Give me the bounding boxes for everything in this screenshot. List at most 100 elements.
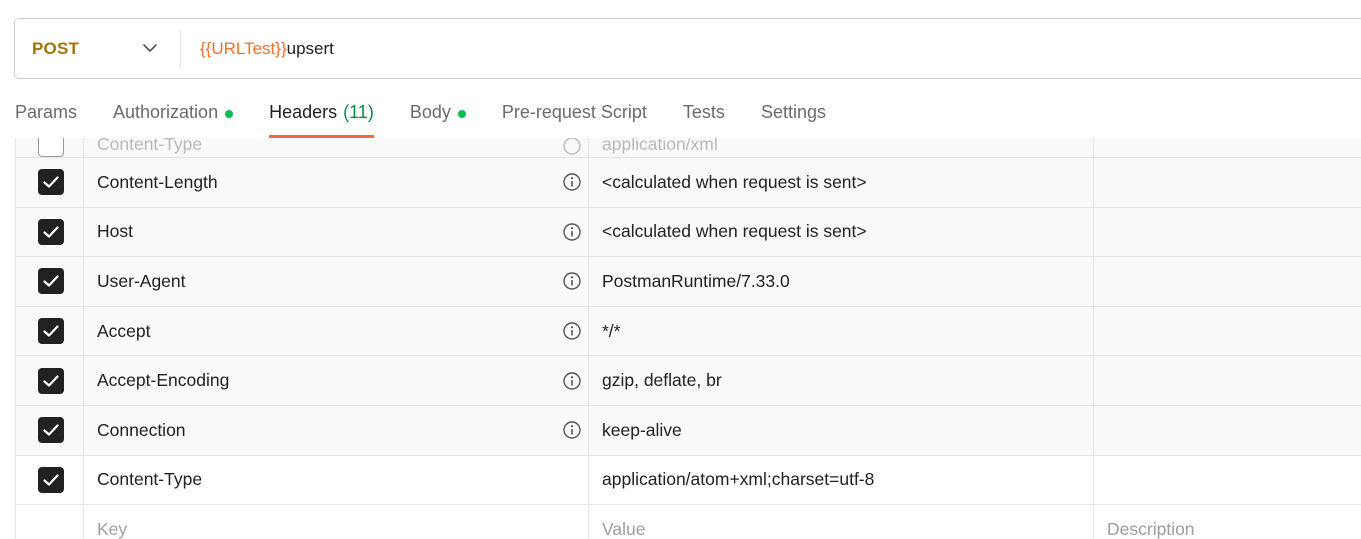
- table-row: Content-Length <calculated when request …: [15, 158, 1361, 208]
- header-key: Host: [97, 221, 133, 242]
- table-row: Accept */*: [15, 306, 1361, 357]
- check-cell: [15, 455, 84, 505]
- checkmark-icon: [42, 424, 59, 436]
- value-cell[interactable]: PostmanRuntime/7.33.0: [589, 257, 1094, 306]
- method-selector[interactable]: POST: [15, 29, 181, 68]
- description-cell[interactable]: [1094, 456, 1361, 505]
- key-input[interactable]: Key: [84, 505, 589, 539]
- tab-headers[interactable]: Headers (11): [269, 96, 374, 138]
- tab-settings[interactable]: Settings: [761, 96, 826, 138]
- tab-label: Body: [409, 102, 451, 122]
- chevron-down-icon[interactable]: [142, 41, 158, 57]
- check-cell: [15, 138, 84, 157]
- checkmark-icon: [42, 176, 59, 188]
- row-checkbox[interactable]: [37, 466, 64, 493]
- header-key: Content-Type: [97, 469, 203, 490]
- info-icon[interactable]: [562, 420, 582, 440]
- key-cell[interactable]: Host: [84, 207, 589, 257]
- value-cell[interactable]: */*: [589, 306, 1094, 356]
- key-cell[interactable]: Accept: [84, 306, 589, 356]
- key-placeholder: Key: [97, 519, 128, 539]
- value-cell[interactable]: <calculated when request is sent>: [589, 207, 1094, 257]
- description-cell[interactable]: [1094, 307, 1361, 356]
- value-cell[interactable]: gzip, deflate, br: [589, 356, 1094, 405]
- request-tabs: Params Authorization Headers (11) Body P…: [15, 96, 826, 138]
- header-value: application/xml: [602, 138, 718, 154]
- header-key: Accept: [97, 320, 151, 341]
- value-input[interactable]: Value: [589, 505, 1094, 539]
- url-input[interactable]: {{URLTest}}upsert: [200, 39, 334, 59]
- header-value: <calculated when request is sent>: [602, 171, 867, 192]
- value-cell[interactable]: application/atom+xml;charset=utf-8: [589, 455, 1094, 505]
- key-cell[interactable]: Connection: [84, 405, 589, 455]
- table-row: User-Agent PostmanRuntime/7.33.0: [15, 257, 1361, 307]
- tab-pre-request-script[interactable]: Pre-request Script: [502, 96, 647, 138]
- table-row: Accept-Encoding gzip, deflate, br: [15, 356, 1361, 406]
- info-icon[interactable]: [562, 321, 582, 341]
- header-key: User-Agent: [97, 270, 186, 291]
- row-checkbox[interactable]: [37, 417, 64, 444]
- info-icon[interactable]: [562, 271, 582, 291]
- key-cell[interactable]: Content-Type: [84, 138, 589, 157]
- new-header-row: Key Value Description: [15, 505, 1361, 539]
- header-key: Content-Length: [97, 171, 218, 192]
- description-cell[interactable]: [1094, 208, 1361, 257]
- info-icon[interactable]: [562, 222, 582, 242]
- key-cell[interactable]: Content-Type: [84, 455, 589, 505]
- check-cell: [15, 306, 84, 356]
- value-placeholder: Value: [602, 519, 646, 539]
- tab-params[interactable]: Params: [15, 96, 77, 138]
- header-key: Accept-Encoding: [97, 370, 230, 391]
- description-cell[interactable]: [1094, 406, 1361, 455]
- row-checkbox[interactable]: [37, 318, 64, 345]
- key-cell[interactable]: Content-Length: [84, 158, 589, 207]
- checkmark-icon: [42, 325, 59, 337]
- row-checkbox[interactable]: [37, 169, 64, 196]
- header-value: PostmanRuntime/7.33.0: [602, 270, 790, 291]
- tab-tests[interactable]: Tests: [683, 96, 725, 138]
- header-value: keep-alive: [602, 419, 682, 440]
- checkmark-icon: [42, 226, 59, 238]
- row-checkbox[interactable]: [37, 138, 64, 157]
- table-row: Content-Type application/xml: [15, 138, 1361, 158]
- value-cell[interactable]: keep-alive: [589, 405, 1094, 455]
- description-cell[interactable]: [1094, 356, 1361, 405]
- tab-authorization[interactable]: Authorization: [113, 96, 234, 138]
- row-checkbox[interactable]: [37, 218, 64, 245]
- tab-label: Headers: [269, 102, 338, 122]
- request-url-bar: POST {{URLTest}}upsert: [14, 18, 1361, 79]
- value-cell[interactable]: <calculated when request is sent>: [589, 158, 1094, 207]
- description-input[interactable]: Description: [1094, 505, 1361, 539]
- checkmark-icon: [42, 375, 59, 387]
- header-value: gzip, deflate, br: [602, 370, 722, 391]
- header-key: Content-Type: [97, 138, 203, 154]
- checkmark-icon: [42, 474, 59, 486]
- check-cell: [15, 405, 84, 455]
- tab-label: Pre-request Script: [501, 102, 647, 122]
- description-cell[interactable]: [1094, 138, 1361, 157]
- header-key: Connection: [97, 419, 186, 440]
- check-cell: [15, 158, 84, 207]
- header-value: application/atom+xml;charset=utf-8: [602, 469, 875, 490]
- value-cell[interactable]: application/xml: [589, 138, 1094, 157]
- description-cell[interactable]: [1094, 257, 1361, 306]
- row-checkbox[interactable]: [37, 268, 64, 295]
- check-cell: [15, 505, 84, 539]
- row-checkbox[interactable]: [37, 367, 64, 394]
- info-icon[interactable]: [562, 371, 582, 391]
- info-icon[interactable]: [562, 138, 582, 156]
- url-path: upsert: [286, 38, 334, 58]
- key-cell[interactable]: User-Agent: [84, 257, 589, 306]
- key-cell[interactable]: Accept-Encoding: [84, 356, 589, 405]
- description-cell[interactable]: [1094, 158, 1361, 207]
- table-row: Host <calculated when request is sent>: [15, 207, 1361, 258]
- tab-label: Tests: [682, 102, 725, 122]
- tab-count: (11): [343, 102, 374, 122]
- tab-label: Settings: [760, 102, 826, 122]
- method-label: POST: [32, 38, 80, 58]
- tab-body[interactable]: Body: [410, 96, 466, 138]
- description-placeholder: Description: [1107, 519, 1195, 539]
- check-cell: [15, 257, 84, 306]
- header-value: */*: [602, 320, 621, 341]
- info-icon[interactable]: [562, 172, 582, 192]
